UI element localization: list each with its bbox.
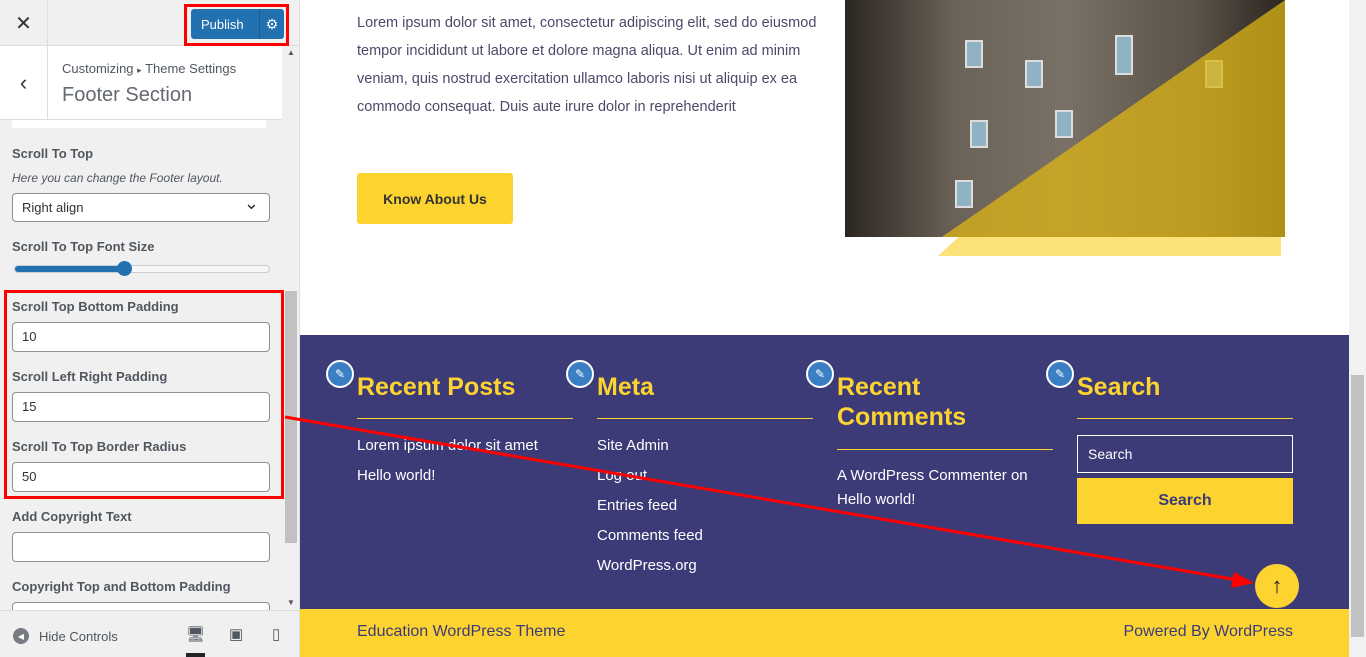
font-size-slider[interactable]	[14, 261, 270, 276]
meta-link[interactable]: Entries feed	[597, 494, 813, 518]
collapse-icon: ◀	[13, 628, 29, 644]
site-preview: Lorem ipsum dolor sit amet, consectetur …	[300, 0, 1349, 657]
edit-pencil-icon[interactable]: ✎	[566, 360, 594, 388]
widget-title-recent-posts: Recent Posts	[357, 373, 516, 401]
powered-by-link[interactable]: Powered By WordPress	[1123, 623, 1293, 641]
theme-credit-link[interactable]: Education WordPress Theme	[357, 623, 565, 641]
select-value: Right align	[22, 200, 84, 215]
about-text: Lorem ipsum dolor sit amet, consectetur …	[357, 15, 817, 115]
know-about-us-button[interactable]: Know About Us	[357, 173, 513, 224]
sidebar-scrollbar-thumb[interactable]	[285, 291, 297, 543]
previous-control-remnant	[12, 120, 266, 128]
footer-search-input[interactable]: Search	[1077, 435, 1293, 473]
annotation-box-publish	[184, 4, 289, 46]
hide-controls-label: Hide Controls	[39, 628, 118, 644]
annotation-box-padding-controls	[4, 290, 284, 499]
mobile-preview-icon[interactable]: ▯	[272, 625, 280, 643]
widget-title-meta: Meta	[597, 373, 654, 401]
scroll-down-arrow-icon[interactable]: ▼	[287, 598, 295, 607]
edit-pencil-icon[interactable]: ✎	[1046, 360, 1074, 388]
widget-title-recent-comments: Recent Comments	[837, 373, 967, 431]
decorative-yellow-shape	[938, 237, 1281, 256]
copyright-padding-input[interactable]	[12, 602, 270, 610]
edit-pencil-icon[interactable]: ✎	[326, 360, 354, 388]
section-title: Footer Section	[62, 84, 193, 106]
recent-post-link[interactable]: Hello world!	[357, 464, 573, 488]
meta-link[interactable]: Log out	[597, 464, 813, 488]
recent-post-link[interactable]: Lorem ipsum dolor sit amet	[357, 434, 573, 458]
close-icon[interactable]: ✕	[0, 0, 48, 46]
edit-pencil-icon[interactable]: ✎	[806, 360, 834, 388]
widget-title-search: Search	[1077, 373, 1161, 401]
breadcrumb-parent: Theme Settings	[145, 61, 237, 76]
back-chevron-icon[interactable]: ‹	[0, 46, 48, 120]
footer-search-button[interactable]: Search	[1077, 478, 1293, 524]
customizer-footer: ◀ Hide Controls 🖥 ▣ ▯	[0, 610, 299, 657]
scroll-to-top-select[interactable]: Right align	[12, 189, 270, 222]
copyright-padding-label: Copyright Top and Bottom Padding	[12, 579, 231, 594]
site-footer: ✎ Recent Posts Lorem ipsum dolor sit ame…	[300, 335, 1349, 609]
meta-link[interactable]: Site Admin	[597, 434, 813, 458]
hide-controls-button[interactable]: ◀ Hide Controls	[13, 628, 118, 644]
copyright-bar: Education WordPress Theme Powered By Wor…	[300, 609, 1349, 657]
recent-comment[interactable]: A WordPress Commenter on Hello world!	[837, 464, 1053, 512]
tablet-preview-icon[interactable]: ▣	[229, 625, 243, 643]
breadcrumb-separator: ▸	[137, 65, 142, 75]
desktop-preview-icon[interactable]: 🖥	[186, 625, 206, 657]
preview-scrollbar-thumb[interactable]	[1351, 375, 1364, 637]
scroll-to-top-description: Here you can change the Footer layout.	[12, 171, 223, 185]
breadcrumb: Customizing ▸ Theme Settings	[62, 61, 236, 76]
scroll-to-top-label: Scroll To Top	[12, 146, 94, 161]
slider-handle[interactable]	[117, 261, 133, 276]
meta-link[interactable]: Comments feed	[597, 524, 813, 548]
copyright-label: Add Copyright Text	[12, 509, 132, 524]
section-header: ‹ Customizing ▸ Theme Settings Footer Se…	[0, 46, 282, 120]
meta-link[interactable]: WordPress.org	[597, 554, 813, 578]
breadcrumb-root: Customizing	[62, 61, 134, 76]
building-image	[845, 0, 1285, 237]
copyright-input[interactable]	[12, 532, 270, 562]
scroll-to-top-button[interactable]: ↑	[1255, 564, 1299, 608]
font-size-label: Scroll To Top Font Size	[12, 239, 155, 254]
scroll-up-arrow-icon[interactable]: ▲	[287, 48, 295, 57]
